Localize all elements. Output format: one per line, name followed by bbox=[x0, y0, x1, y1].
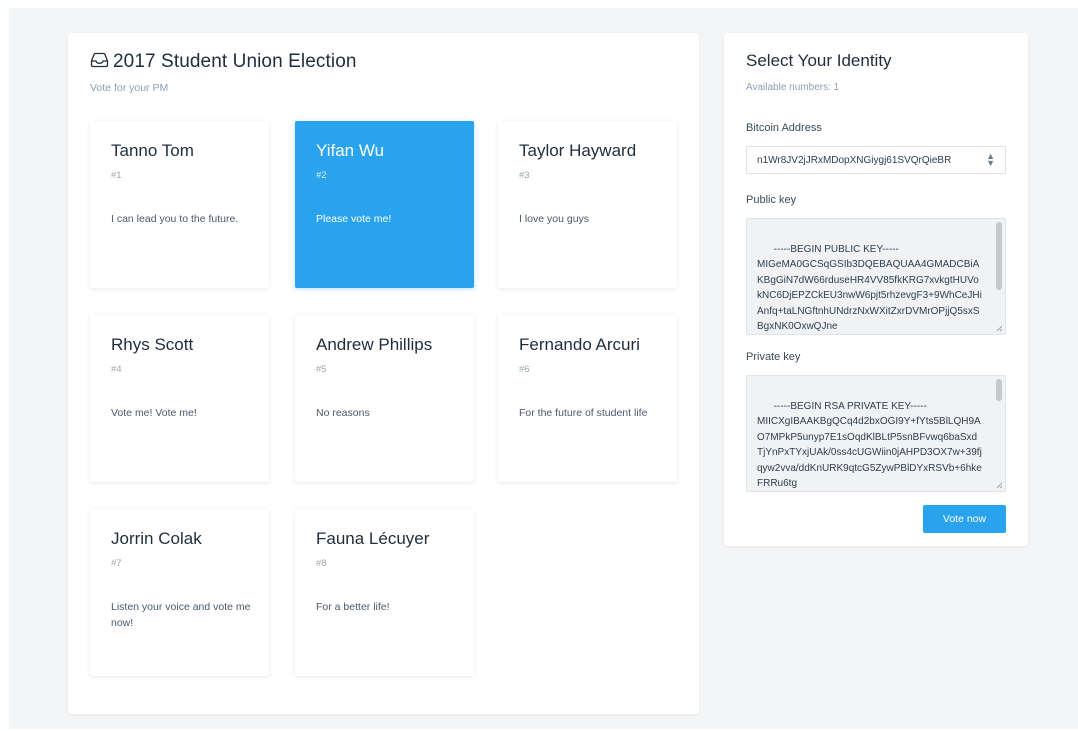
public-key-label: Public key bbox=[746, 194, 797, 206]
candidate-name: Andrew Phillips bbox=[316, 335, 433, 354]
private-key-text: -----BEGIN RSA PRIVATE KEY----- MIICXgIB… bbox=[757, 400, 982, 490]
bitcoin-address-select[interactable]: n1Wr8JV2jJRxMDopXNGiygj61SVQrQieBR ▲ ▼ bbox=[746, 146, 1006, 174]
public-key-text: -----BEGIN PUBLIC KEY----- MIGeMA0GCSqGS… bbox=[757, 243, 982, 333]
candidate-card[interactable]: Rhys Scott #4 Vote me! Vote me! bbox=[90, 315, 269, 482]
bitcoin-address-label: Bitcoin Address bbox=[746, 122, 822, 134]
candidate-name: Fauna Lécuyer bbox=[316, 529, 430, 548]
candidate-number: #2 bbox=[316, 170, 327, 181]
candidate-card[interactable]: Taylor Hayward #3 I love you guys bbox=[498, 121, 677, 288]
public-key-textarea[interactable]: -----BEGIN PUBLIC KEY----- MIGeMA0GCSqGS… bbox=[746, 218, 1006, 335]
candidate-description: I love you guys bbox=[519, 213, 590, 225]
candidate-name: Yifan Wu bbox=[316, 141, 385, 160]
inbox-icon bbox=[90, 52, 113, 73]
candidate-number: #4 bbox=[111, 364, 122, 375]
identity-panel: Select Your Identity Available numbers: … bbox=[724, 33, 1028, 546]
candidate-card[interactable]: Fauna Lécuyer #8 For a better life! bbox=[295, 509, 474, 676]
candidate-description: For the future of student life bbox=[519, 407, 648, 419]
candidate-card[interactable]: Andrew Phillips #5 No reasons bbox=[295, 315, 474, 482]
candidate-description: Please vote me! bbox=[316, 213, 392, 225]
candidate-card-selected[interactable]: Yifan Wu #2 Please vote me! bbox=[295, 121, 474, 288]
candidate-number: #5 bbox=[316, 364, 327, 375]
candidate-name: Taylor Hayward bbox=[519, 141, 637, 160]
candidate-number: #8 bbox=[316, 558, 327, 569]
candidate-description: I can lead you to the future. bbox=[111, 213, 239, 225]
select-arrows-icon: ▲ ▼ bbox=[986, 151, 995, 168]
resize-handle-icon[interactable] bbox=[995, 324, 1003, 332]
candidate-card[interactable]: Jorrin Colak #7 Listen your voice and vo… bbox=[90, 509, 269, 676]
candidate-name: Rhys Scott bbox=[111, 335, 194, 354]
private-key-label: Private key bbox=[746, 351, 801, 363]
candidate-card[interactable]: Fernando Arcuri #6 For the future of stu… bbox=[498, 315, 677, 482]
private-key-scrollbar[interactable] bbox=[996, 379, 1002, 401]
candidate-name: Tanno Tom bbox=[111, 141, 194, 160]
election-subtitle: Vote for your PM bbox=[90, 82, 169, 94]
public-key-scrollbar[interactable] bbox=[996, 222, 1002, 290]
page-background: 2017 Student Union Election Vote for you… bbox=[9, 8, 1078, 729]
candidate-description: No reasons bbox=[316, 407, 370, 419]
candidate-name: Fernando Arcuri bbox=[519, 335, 640, 354]
resize-handle-icon[interactable] bbox=[995, 481, 1003, 489]
candidate-card[interactable]: Tanno Tom #1 I can lead you to the futur… bbox=[90, 121, 269, 288]
candidate-name: Jorrin Colak bbox=[111, 529, 202, 548]
candidate-description: Listen your voice and vote me now! bbox=[111, 601, 251, 629]
candidate-number: #6 bbox=[519, 364, 530, 375]
private-key-textarea[interactable]: -----BEGIN RSA PRIVATE KEY----- MIICXgIB… bbox=[746, 375, 1006, 492]
candidate-number: #7 bbox=[111, 558, 122, 569]
election-panel: 2017 Student Union Election Vote for you… bbox=[68, 33, 699, 714]
vote-now-button[interactable]: Vote now bbox=[923, 505, 1006, 533]
available-numbers: Available numbers: 1 bbox=[746, 82, 840, 93]
election-header: 2017 Student Union Election bbox=[90, 51, 357, 73]
candidate-number: #1 bbox=[111, 170, 122, 181]
candidate-description: Vote me! Vote me! bbox=[111, 407, 197, 419]
candidate-description: For a better life! bbox=[316, 601, 390, 613]
election-title: 2017 Student Union Election bbox=[113, 51, 357, 72]
candidate-number: #3 bbox=[519, 170, 530, 181]
bitcoin-address-value: n1Wr8JV2jJRxMDopXNGiygj61SVQrQieBR bbox=[757, 154, 952, 166]
identity-title: Select Your Identity bbox=[746, 51, 892, 70]
